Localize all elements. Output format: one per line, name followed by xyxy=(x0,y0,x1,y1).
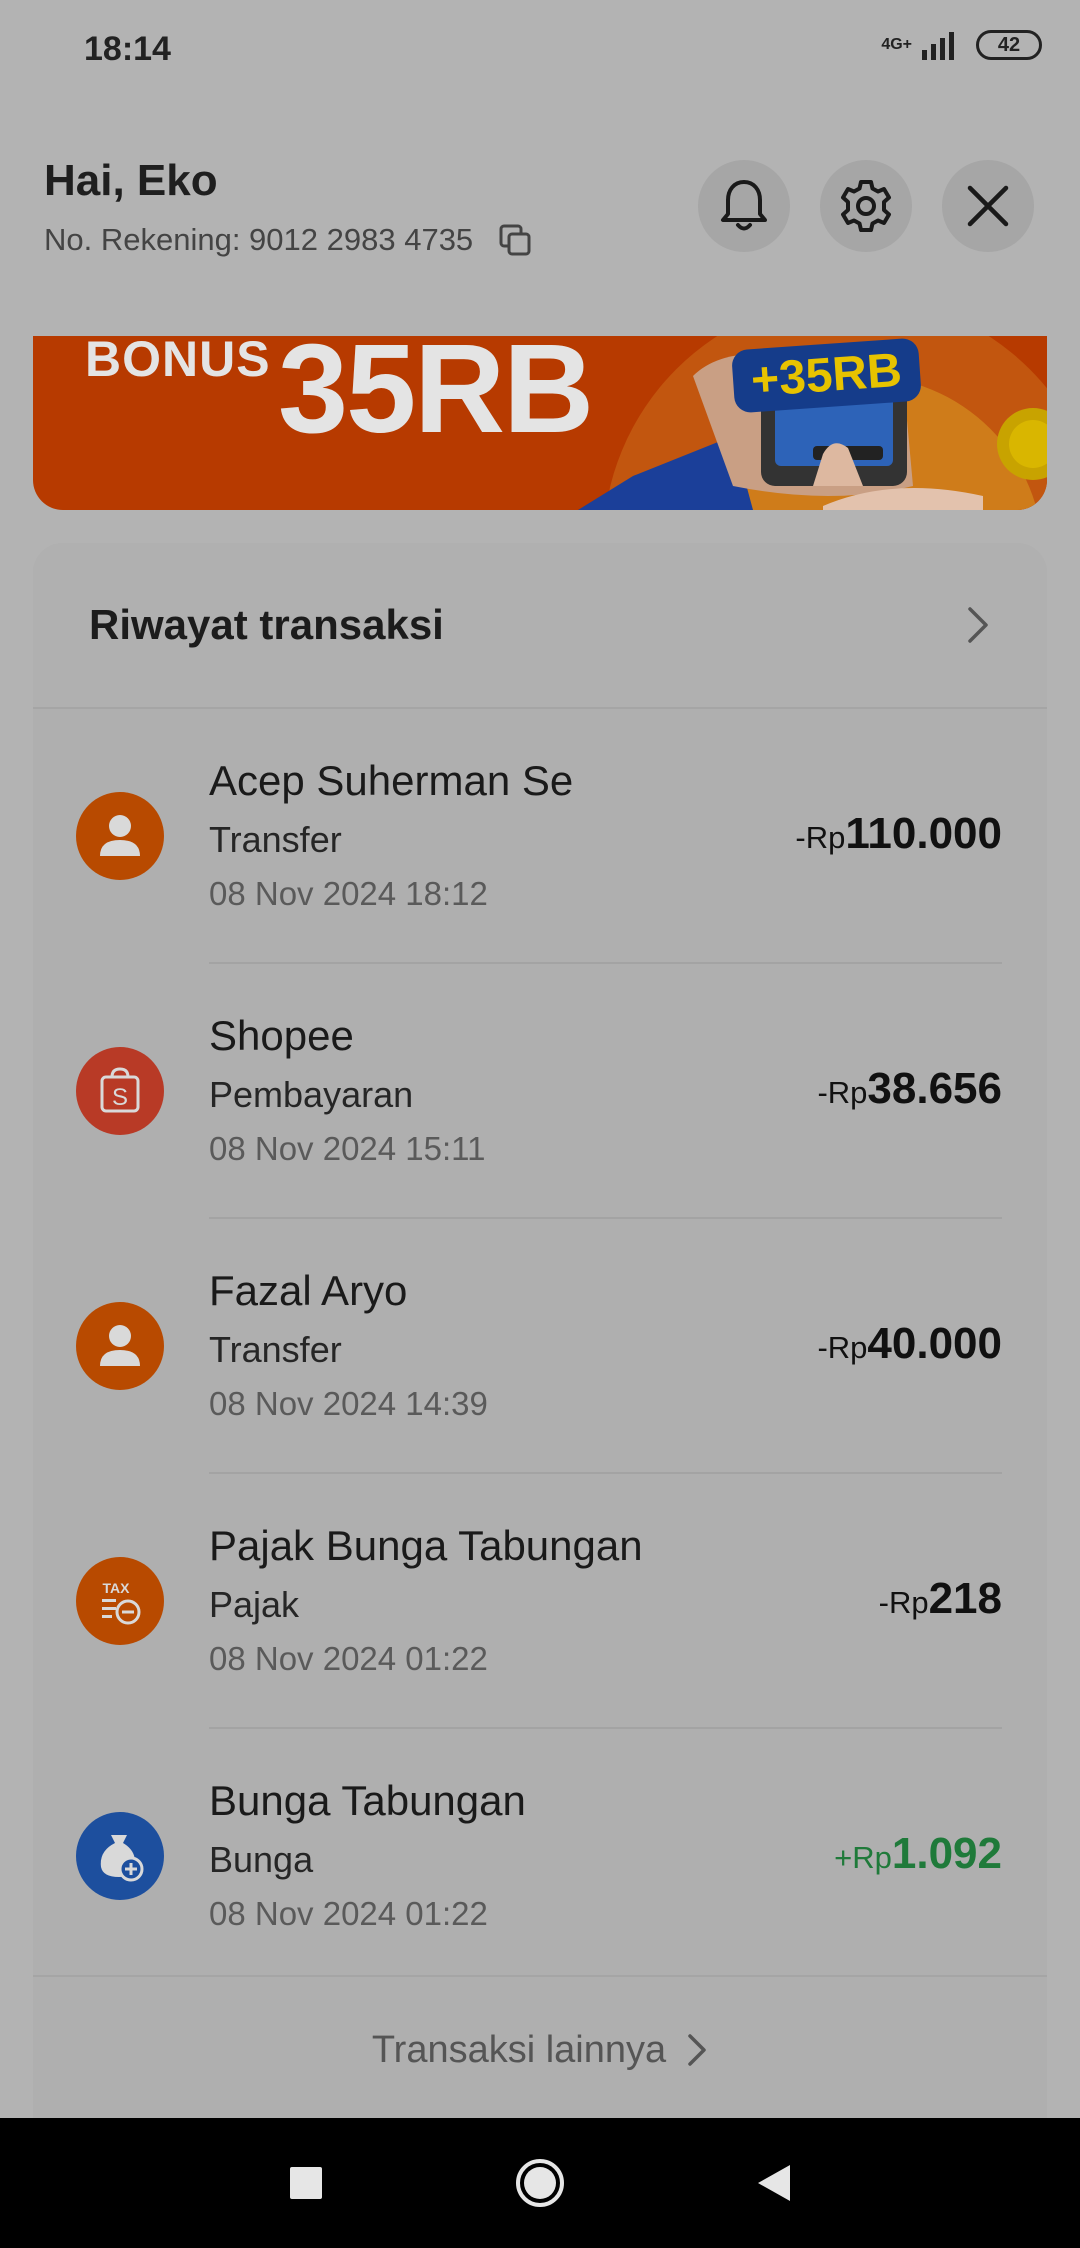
battery-level: 42 xyxy=(997,33,1021,56)
amount-value: 110.000 xyxy=(845,809,1002,858)
promo-banner[interactable]: BONUS 35RB +35RB xyxy=(33,336,1047,510)
status-icons: 4G+ 42 xyxy=(881,30,1042,60)
person-icon xyxy=(100,815,140,856)
transaction-name: Bunga Tabungan xyxy=(209,1777,526,1824)
amount-prefix: -Rp xyxy=(878,1585,929,1620)
transaction-avatar xyxy=(76,792,164,880)
network-type-label: 4G+ xyxy=(881,36,912,53)
transaction-history-header[interactable]: Riwayat transaksi xyxy=(33,543,1047,709)
amount-prefix: +Rp xyxy=(834,1840,892,1875)
shopee-bag-icon: S xyxy=(100,1067,140,1113)
transaction-amount: -Rp 40.000 xyxy=(817,1319,1002,1369)
transaction-type: Pembayaran xyxy=(209,1074,414,1115)
amount-value: 218 xyxy=(928,1574,1002,1623)
transaction-type: Bunga xyxy=(209,1839,314,1880)
transaction-name: Fazal Aryo xyxy=(209,1267,408,1314)
person-icon xyxy=(100,1325,140,1366)
transaction-amount: -Rp 218 xyxy=(879,1574,1002,1624)
transaction-item[interactable]: S Shopee Pembayaran 08 Nov 2024 15:11 -R… xyxy=(33,964,1047,1219)
transaction-item[interactable]: TAX Pajak Bunga Tabungan Pajak 08 Nov 20… xyxy=(33,1474,1047,1729)
status-bar: 18:14 4G+ 42 xyxy=(0,0,1080,100)
amount-prefix: -Rp xyxy=(817,1075,868,1110)
transaction-date: 08 Nov 2024 14:39 xyxy=(209,1385,488,1422)
transaction-type: Pajak xyxy=(209,1584,300,1625)
transaction-type: Transfer xyxy=(209,1329,342,1370)
transaction-item[interactable]: Fazal Aryo Transfer 08 Nov 2024 14:39 -R… xyxy=(33,1219,1047,1474)
transaction-history-title: Riwayat transaksi xyxy=(89,601,444,648)
transaction-date: 08 Nov 2024 01:22 xyxy=(209,1895,488,1932)
svg-text:S: S xyxy=(112,1084,128,1111)
more-transactions-label: Transaksi lainnya xyxy=(371,2028,667,2071)
notification-button[interactable] xyxy=(698,160,790,252)
bell-icon xyxy=(721,180,767,231)
transaction-date: 08 Nov 2024 15:11 xyxy=(209,1130,486,1167)
transaction-name: Pajak Bunga Tabungan xyxy=(209,1522,643,1569)
chevron-right-icon xyxy=(968,607,988,643)
settings-button[interactable] xyxy=(820,160,912,252)
account-number-row: No. Rekening: 9012 2983 4735 xyxy=(44,222,533,258)
system-nav-bar xyxy=(0,2118,1080,2248)
copy-icon[interactable] xyxy=(497,222,533,258)
battery-icon: 42 xyxy=(976,30,1042,60)
close-button[interactable] xyxy=(942,160,1034,252)
close-icon xyxy=(967,185,1009,227)
transaction-name: Acep Suherman Se xyxy=(209,757,574,804)
back-icon[interactable] xyxy=(756,2163,792,2203)
gear-icon xyxy=(841,180,891,232)
tax-icon: TAX xyxy=(102,1580,141,1625)
money-bag-icon xyxy=(100,1835,144,1882)
transaction-amount: +Rp 1.092 xyxy=(834,1829,1002,1879)
transaction-item[interactable]: Acep Suherman Se Transfer 08 Nov 2024 18… xyxy=(33,709,1047,964)
transaction-date: 08 Nov 2024 18:12 xyxy=(209,875,488,912)
banner-bonus-label: BONUS xyxy=(85,336,271,387)
transaction-history-card: Riwayat transaksi Acep Suherman Se Trans… xyxy=(33,543,1047,2123)
home-icon[interactable] xyxy=(514,2157,566,2209)
amount-prefix: -Rp xyxy=(795,820,846,855)
signal-icon xyxy=(922,32,954,60)
transaction-amount: -Rp 110.000 xyxy=(795,809,1002,859)
status-time: 18:14 xyxy=(84,30,171,68)
transaction-item[interactable]: Bunga Tabungan Bunga 08 Nov 2024 01:22 +… xyxy=(33,1729,1047,1984)
transaction-avatar: TAX xyxy=(76,1557,164,1645)
account-number: No. Rekening: 9012 2983 4735 xyxy=(44,222,474,257)
more-transactions-link[interactable]: Transaksi lainnya xyxy=(33,1975,1047,2123)
transaction-name: Shopee xyxy=(209,1012,354,1059)
chevron-right-icon xyxy=(688,2034,706,2066)
amount-value: 1.092 xyxy=(891,1829,1002,1878)
transaction-type: Transfer xyxy=(209,819,342,860)
transaction-avatar xyxy=(76,1812,164,1900)
banner-amount: 35RB xyxy=(278,336,594,459)
transaction-date: 08 Nov 2024 01:22 xyxy=(209,1640,488,1677)
amount-value: 40.000 xyxy=(867,1319,1002,1368)
recent-apps-icon[interactable] xyxy=(288,2165,324,2201)
transaction-avatar xyxy=(76,1302,164,1390)
amount-prefix: -Rp xyxy=(817,1330,868,1365)
greeting: Hai, Eko xyxy=(44,156,218,205)
transaction-amount: -Rp 38.656 xyxy=(817,1064,1002,1114)
banner-sticker: +35RB xyxy=(731,337,922,414)
transaction-avatar: S xyxy=(76,1047,164,1135)
amount-value: 38.656 xyxy=(867,1064,1002,1113)
svg-text:TAX: TAX xyxy=(103,1580,131,1596)
header-actions xyxy=(698,160,1034,252)
